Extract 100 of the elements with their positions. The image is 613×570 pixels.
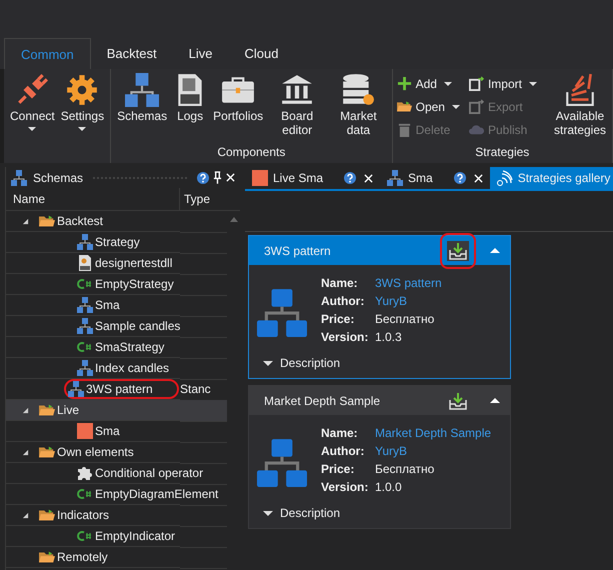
pin-icon[interactable]	[213, 171, 222, 184]
ribbon-button[interactable]: Settings	[58, 73, 106, 131]
ribbon-button[interactable]: Schemas	[115, 73, 170, 123]
ribbon-tab[interactable]: Cloud	[228, 38, 294, 69]
file-icon	[77, 255, 93, 271]
panel-title: Schemas	[33, 170, 84, 184]
field-link[interactable]: YuryB	[375, 443, 408, 460]
tree-row[interactable]: Live	[6, 400, 227, 421]
close-icon[interactable]	[474, 174, 483, 182]
ribbon-button[interactable]: Open	[396, 96, 463, 117]
field-label: Author:	[321, 443, 366, 460]
hierarchy-icon	[11, 170, 27, 186]
tree-row[interactable]: Sma	[6, 295, 227, 316]
expander-icon[interactable]	[22, 512, 29, 518]
strategy-card[interactable]: Market Depth Sample Name: Market Depth Sample Author: YuryB Price: Бесплатно Version: 1.0.0 Description	[248, 385, 511, 529]
gear-icon	[65, 73, 100, 107]
field-link[interactable]: 3WS pattern	[375, 275, 442, 292]
field-label: Price:	[321, 311, 356, 328]
tree-item-label: designertestdll	[95, 256, 172, 270]
strategy-card[interactable]: 3WS pattern Name: 3WS pattern Author: YuryB Price: Бесплатно Version: 1.0.3 Description	[248, 235, 511, 379]
download-button[interactable]	[447, 240, 469, 260]
ribbon-button[interactable]: Add	[396, 73, 463, 94]
trash-icon	[396, 122, 412, 137]
description-expander[interactable]: Description	[249, 496, 354, 528]
close-icon[interactable]	[226, 173, 235, 182]
ribbon-button[interactable]: Import	[468, 73, 540, 94]
tree-row[interactable]: Remotely	[6, 547, 227, 568]
square-icon	[252, 170, 268, 186]
ribbon-button[interactable]: Market data	[329, 73, 388, 137]
ribbon-tab[interactable]: Live	[172, 38, 228, 69]
tree-item-label: Indicators	[57, 508, 110, 522]
ribbon-button[interactable]: Connect	[8, 73, 57, 131]
tree-row[interactable]: designertestdll	[6, 253, 227, 274]
tree-item-label: Live	[57, 403, 80, 417]
ribbon-button[interactable]: Logs	[171, 73, 210, 123]
field-value: Бесплатно	[375, 311, 434, 328]
column-header[interactable]: Name	[6, 188, 180, 210]
group-label: Strategies	[475, 145, 530, 161]
field-link[interactable]: YuryB	[375, 293, 408, 310]
caret-icon	[78, 127, 86, 131]
download-button[interactable]	[447, 390, 469, 410]
expander-icon[interactable]	[22, 448, 29, 456]
ribbon-button[interactable]: Available strategies	[552, 73, 608, 137]
tree-row[interactable]: EmptyDiagramElement	[6, 484, 227, 505]
collapse-icon[interactable]	[490, 398, 500, 403]
ribbon-button[interactable]: Board editor	[267, 73, 328, 137]
type-cell: Stanc	[180, 382, 211, 396]
caret-icon	[528, 82, 537, 86]
field-link[interactable]: Market Depth Sample	[375, 425, 492, 442]
hierarchy-icon	[257, 437, 307, 487]
expander-icon[interactable]	[22, 218, 29, 224]
tree-item-label: EmptyIndicator	[95, 529, 176, 543]
help-icon[interactable]	[454, 172, 466, 184]
hierarchy-icon	[387, 170, 404, 186]
tree-row[interactable]: Own elements	[6, 442, 227, 463]
tree-item-label: EmptyDiagramElement	[95, 487, 218, 501]
folder-icon	[39, 402, 55, 418]
folder-icon	[396, 99, 412, 114]
help-icon[interactable]	[344, 172, 356, 184]
document-tab[interactable]: Strategies gallery	[490, 167, 613, 189]
caret-icon	[28, 127, 36, 131]
tree-item-label: Conditional operator	[95, 466, 204, 480]
tree-row[interactable]: Index candles	[6, 358, 227, 379]
expander-icon[interactable]	[22, 406, 29, 414]
tab-label: Sma	[408, 171, 433, 185]
document-tab[interactable]: Sma	[380, 167, 490, 189]
ribbon-tab[interactable]: Common	[4, 38, 91, 69]
tree-row[interactable]: Conditional operator	[6, 463, 227, 484]
plus-icon	[396, 76, 412, 91]
field-label: Version:	[321, 329, 370, 346]
field-value: Бесплатно	[375, 461, 434, 478]
ribbon-button[interactable]: Portfolios	[211, 73, 266, 123]
column-header[interactable]: Type	[180, 188, 210, 210]
tree-item-label: Remotely	[57, 550, 108, 564]
hierarchy-icon	[77, 360, 93, 376]
signal-icon	[496, 170, 513, 186]
field-value: 1.0.3	[375, 329, 402, 346]
folder-icon	[39, 444, 55, 460]
tree-row[interactable]: EmptyIndicator	[6, 526, 227, 547]
tree-row[interactable]: Backtest	[6, 211, 227, 232]
folder-icon	[39, 507, 55, 523]
document-tab[interactable]: Live Sma	[245, 167, 380, 189]
hierarchy-icon	[77, 318, 93, 334]
field-label: Price:	[321, 461, 356, 478]
tree-row[interactable]: Sample candles	[6, 316, 227, 337]
tree-row[interactable]: Indicators	[6, 505, 227, 526]
close-icon[interactable]	[364, 174, 374, 182]
description-expander[interactable]: Description	[249, 346, 354, 378]
tree-row[interactable]: SmaStrategy	[6, 337, 227, 358]
folder-icon	[39, 549, 55, 565]
tree-item-label: Sma	[95, 298, 120, 312]
tree-item-label: EmptyStrategy	[95, 277, 174, 291]
help-icon[interactable]	[197, 172, 209, 184]
group-label: Components	[217, 145, 286, 161]
tree-item-label: Backtest	[57, 214, 104, 228]
ribbon-tab[interactable]: Backtest	[90, 38, 173, 69]
tree-row[interactable]: EmptyStrategy	[6, 274, 227, 295]
save-arrow-icon	[468, 99, 484, 114]
tree-row[interactable]: Sma	[6, 421, 227, 442]
tree-row[interactable]: Strategy	[6, 232, 227, 253]
